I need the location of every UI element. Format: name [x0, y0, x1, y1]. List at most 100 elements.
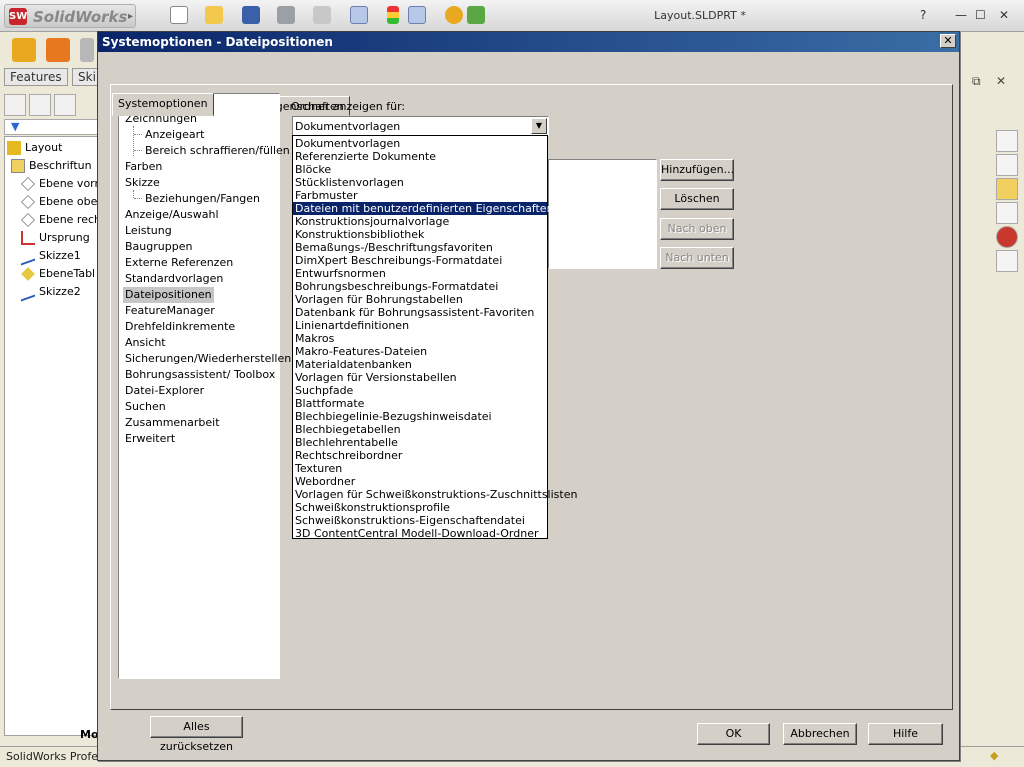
dropdown-option[interactable]: Schweißkonstruktions-Eigenschaftendatei [293, 514, 547, 527]
nav-item[interactable]: Ansicht [123, 335, 168, 351]
dropdown-option[interactable]: Blattformate [293, 397, 547, 410]
nav-item[interactable]: Suchen [123, 399, 168, 415]
close-app-icon[interactable]: ✕ [999, 8, 1009, 22]
select-arrow-icon[interactable] [350, 6, 368, 24]
dropdown-option[interactable]: Webordner [293, 475, 547, 488]
close-doc-icon[interactable]: ✕ [996, 74, 1006, 88]
model-tab[interactable]: Mo [80, 728, 99, 741]
help-icon[interactable]: ? [920, 8, 926, 22]
tree-item[interactable]: Skizze2 [21, 282, 81, 303]
nav-item[interactable]: Anzeigeart [143, 127, 206, 143]
open-folder-icon[interactable] [205, 6, 223, 24]
tree-item[interactable]: Ebene obe [21, 195, 97, 213]
restore-icon[interactable]: ⧉ [972, 74, 981, 89]
tag-icon[interactable]: ◆ [990, 749, 998, 762]
move-down-button[interactable]: Nach unten [660, 247, 734, 269]
add-button[interactable]: Hinzufügen... [660, 159, 734, 181]
dropdown-option[interactable]: Linienartdefinitionen [293, 319, 547, 332]
property-icon[interactable] [29, 94, 51, 116]
help-button[interactable]: Hilfe [868, 723, 943, 745]
folder-list[interactable] [548, 159, 657, 269]
dropdown-option[interactable]: Blechbiegelinie-Bezugshinweisdatei [293, 410, 547, 423]
dropdown-option[interactable]: Referenzierte Dokumente [293, 150, 547, 163]
tab-sketch[interactable]: Ski [72, 68, 98, 86]
nav-item[interactable]: Beziehungen/Fangen [143, 191, 262, 207]
feature-tree-icon[interactable] [4, 94, 26, 116]
close-icon[interactable]: ✕ [940, 34, 956, 48]
custom-properties-icon[interactable] [996, 250, 1018, 272]
tree-item[interactable]: Ursprung [21, 231, 90, 249]
dropdown-option[interactable]: Konstruktionsbibliothek [293, 228, 547, 241]
nav-item[interactable]: FeatureManager [123, 303, 217, 319]
save-icon[interactable] [242, 6, 260, 24]
config-icon[interactable] [54, 94, 76, 116]
nav-item[interactable]: Sicherungen/Wiederherstellen [123, 351, 293, 367]
undo-icon[interactable] [313, 6, 331, 24]
nav-item[interactable]: Datei-Explorer [123, 383, 206, 399]
nav-item[interactable]: Dateipositionen [123, 287, 214, 303]
dropdown-option[interactable]: Blechbiegetabellen [293, 423, 547, 436]
dropdown-option[interactable]: Schweißkonstruktionsprofile [293, 501, 547, 514]
dropdown-option[interactable]: Stücklistenvorlagen [293, 176, 547, 189]
dropdown-option[interactable]: Dokumentvorlagen [293, 137, 547, 150]
nav-item[interactable]: Farben [123, 159, 164, 175]
minimize-icon[interactable]: — [955, 8, 967, 22]
nav-item[interactable]: Standardvorlagen [123, 271, 225, 287]
move-up-button[interactable]: Nach oben [660, 218, 734, 240]
dropdown-option[interactable]: Blechlehrentabelle [293, 436, 547, 449]
dropdown-option[interactable]: Materialdatenbanken [293, 358, 547, 371]
tree-item[interactable]: Beschriftun [11, 159, 92, 177]
nav-item[interactable]: Drehfeldinkremente [123, 319, 237, 335]
home-icon[interactable] [996, 130, 1018, 152]
dropdown-option[interactable]: Bohrungsbeschreibungs-Formatdatei [293, 280, 547, 293]
nav-item[interactable]: Externe Referenzen [123, 255, 235, 271]
dropdown-option[interactable]: Vorlagen für Bohrungstabellen [293, 293, 547, 306]
extrude-icon[interactable] [12, 38, 36, 62]
tree-item[interactable]: Ebene vorn [21, 177, 101, 195]
dropdown-option[interactable]: Bemaßungs-/Beschriftungsfavoriten [293, 241, 547, 254]
options-icon[interactable] [408, 6, 426, 24]
dropdown-option[interactable]: Makros [293, 332, 547, 345]
design-library-icon[interactable] [996, 154, 1018, 176]
dropdown-option[interactable]: Vorlagen für Schweißkonstruktions-Zuschn… [293, 488, 577, 501]
dropdown-option[interactable]: DimXpert Beschreibungs-Formatdatei [293, 254, 547, 267]
nav-item[interactable]: Bohrungsassistent/ Toolbox [123, 367, 277, 383]
maximize-icon[interactable]: ☐ [975, 8, 986, 22]
nav-item[interactable]: Skizze [123, 175, 162, 191]
nav-item[interactable]: Erweitert [123, 431, 177, 447]
view-palette-icon[interactable] [996, 202, 1018, 224]
new-document-icon[interactable] [170, 6, 188, 24]
tab-features[interactable]: Features [4, 68, 68, 86]
nav-item[interactable]: Leistung [123, 223, 174, 239]
folder-type-select[interactable]: Dokumentvorlagen ▼ [292, 116, 549, 136]
nav-item[interactable]: Zusammenarbeit [123, 415, 222, 431]
dropdown-option[interactable]: 3D ContentCentral Modell-Download-Ordner [293, 527, 547, 540]
tree-item[interactable]: Ebene rech [21, 213, 101, 231]
dropdown-option[interactable]: Makro-Features-Dateien [293, 345, 547, 358]
dropdown-option[interactable]: Rechtschreibordner [293, 449, 547, 462]
appearance-icon[interactable] [996, 226, 1018, 248]
dropdown-option[interactable]: Texturen [293, 462, 547, 475]
filter-box[interactable]: ▼ [4, 119, 98, 135]
nav-item[interactable]: Bereich schraffieren/füllen [143, 143, 292, 159]
nav-item[interactable]: Baugruppen [123, 239, 194, 255]
sweep-icon[interactable] [80, 38, 94, 62]
tree-item[interactable]: Skizze1 [21, 246, 81, 267]
cancel-button[interactable]: Abbrechen [783, 723, 857, 745]
sphere-icon[interactable] [445, 6, 463, 24]
dropdown-option[interactable]: Vorlagen für Versionstabellen [293, 371, 547, 384]
dropdown-option[interactable]: Dateien mit benutzerdefinierten Eigensch… [293, 202, 554, 215]
rebuild-icon[interactable] [387, 6, 399, 24]
ok-button[interactable]: OK [697, 723, 770, 745]
solidworks-logo-menu[interactable]: SW SolidWorks ▸ [4, 4, 136, 28]
file-explorer-icon[interactable] [996, 178, 1018, 200]
user-icon[interactable] [467, 6, 485, 24]
tab-system-options[interactable]: Systemoptionen [112, 93, 214, 116]
dropdown-option[interactable]: Konstruktionsjournalvorlage [293, 215, 547, 228]
dropdown-option[interactable]: Farbmuster [293, 189, 547, 202]
delete-button[interactable]: Löschen [660, 188, 734, 210]
dropdown-option[interactable]: Suchpfade [293, 384, 547, 397]
print-icon[interactable] [277, 6, 295, 24]
dropdown-option[interactable]: Entwurfsnormen [293, 267, 547, 280]
chevron-down-icon[interactable]: ▼ [531, 118, 547, 134]
